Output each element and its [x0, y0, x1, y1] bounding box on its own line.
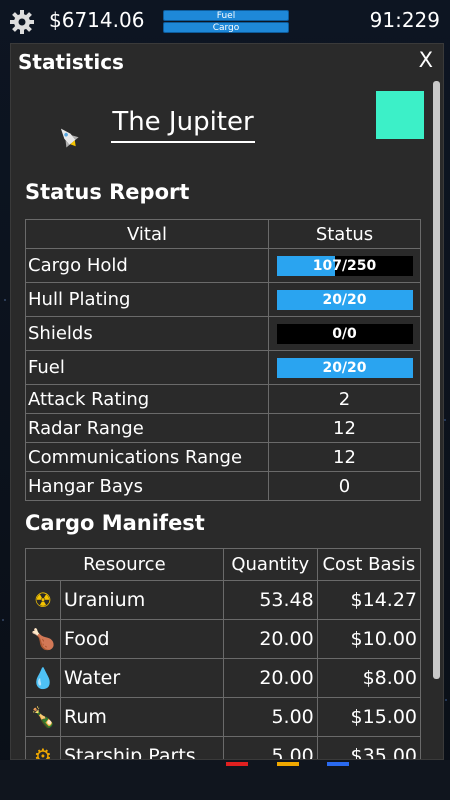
- cargo-table: Resource Quantity Cost Basis ☢ Uranium 53.…: [25, 548, 422, 759]
- progress-text: 0/0: [332, 325, 357, 342]
- status-value: 12: [268, 413, 421, 443]
- radiation-icon: ☢: [25, 580, 61, 620]
- status-progress-bar: 20/20: [276, 289, 413, 310]
- cost-basis-value: $14.27: [316, 580, 422, 620]
- game-clock: 91:229: [369, 8, 440, 32]
- cog-parts-icon: ⚙: [25, 736, 61, 759]
- gear-icon[interactable]: [9, 9, 35, 35]
- cargo-row: 🍾 Rum 5.00 $15.00: [25, 697, 422, 737]
- status-progress-bar: 20/20: [276, 357, 413, 378]
- quantity-value: 20.00: [222, 619, 318, 659]
- resource-header: Resource: [25, 548, 224, 581]
- status-progress-cell: 20/20: [268, 350, 421, 385]
- cargo-row: 🍗 Food 20.00 $10.00: [25, 619, 422, 659]
- cargo-row: ⚙ Starship Parts 5.00 $35.00: [25, 736, 422, 759]
- status-value: 0: [268, 471, 421, 501]
- progress-text: 20/20: [322, 291, 367, 308]
- spaceship-icon: [60, 128, 79, 148]
- blue-indicator: [327, 762, 349, 766]
- resource-name: Starship Parts: [60, 736, 224, 759]
- cost-basis-value: $10.00: [316, 619, 422, 659]
- vital-label: Cargo Hold: [25, 248, 269, 283]
- status-progress-cell: 0/0: [268, 316, 421, 351]
- vital-label: Fuel: [25, 350, 269, 385]
- status-progress-bar: 107/250: [276, 255, 413, 276]
- status-value: 12: [268, 442, 421, 472]
- cost-basis-header: Cost Basis: [316, 548, 422, 581]
- status-row: Hangar Bays 0: [25, 471, 421, 501]
- vital-label: Radar Range: [25, 413, 269, 443]
- status-progress-cell: 20/20: [268, 282, 421, 317]
- progress-text: 107/250: [312, 257, 377, 274]
- vital-label: Communications Range: [25, 442, 269, 472]
- red-indicator: [226, 762, 248, 766]
- ship-name[interactable]: The Jupiter: [111, 107, 255, 143]
- vital-label: Hull Plating: [25, 282, 269, 317]
- top-hud: $6714.06 Fuel Cargo 91:229: [0, 0, 450, 44]
- ship-color-swatch[interactable]: [376, 91, 424, 139]
- vital-label: Shields: [25, 316, 269, 351]
- cost-basis-value: $35.00: [316, 736, 422, 759]
- resource-name: Food: [60, 619, 224, 659]
- cargo-manifest-title: Cargo Manifest: [25, 511, 205, 535]
- status-table: Vital Status Cargo Hold 107/250 Hull Plati…: [25, 219, 421, 501]
- status-row: Shields 0/0: [25, 316, 421, 351]
- resource-name: Uranium: [60, 580, 224, 620]
- status-row: Communications Range 12: [25, 442, 421, 472]
- status-row: Cargo Hold 107/250: [25, 248, 421, 283]
- water-drop-icon: 💧: [25, 658, 61, 698]
- quantity-value: 53.48: [222, 580, 318, 620]
- status-row: Hull Plating 20/20: [25, 282, 421, 317]
- scrollbar[interactable]: [433, 81, 440, 679]
- cost-basis-value: $8.00: [316, 658, 422, 698]
- status-row: Attack Rating 2: [25, 384, 421, 414]
- cargo-row: 💧 Water 20.00 $8.00: [25, 658, 422, 698]
- resource-bars: Fuel Cargo: [163, 10, 289, 34]
- cargo-bar: Cargo: [163, 22, 289, 33]
- quantity-value: 5.00: [222, 736, 318, 759]
- bottle-icon: 🍾: [25, 697, 61, 737]
- close-button[interactable]: X: [419, 48, 433, 72]
- quantity-value: 20.00: [222, 658, 318, 698]
- fuel-bar: Fuel: [163, 10, 289, 21]
- cargo-row: ☢ Uranium 53.48 $14.27: [25, 580, 422, 620]
- vital-header: Vital: [25, 219, 269, 249]
- status-header-row: Vital Status: [25, 219, 421, 249]
- quantity-header: Quantity: [222, 548, 318, 581]
- dialog-title: Statistics: [18, 50, 124, 74]
- quantity-value: 5.00: [222, 697, 318, 737]
- status-header: Status: [268, 219, 421, 249]
- vital-label: Hangar Bays: [25, 471, 269, 501]
- resource-name: Water: [60, 658, 224, 698]
- status-row: Radar Range 12: [25, 413, 421, 443]
- money-display: $6714.06: [49, 8, 145, 32]
- cost-basis-value: $15.00: [316, 697, 422, 737]
- drumstick-icon: 🍗: [25, 619, 61, 659]
- status-row: Fuel 20/20: [25, 350, 421, 385]
- progress-text: 20/20: [322, 359, 367, 376]
- orange-indicator: [277, 762, 299, 766]
- status-value: 2: [268, 384, 421, 414]
- cargo-header-row: Resource Quantity Cost Basis: [25, 548, 422, 581]
- resource-name: Rum: [60, 697, 224, 737]
- status-progress-bar: 0/0: [276, 323, 413, 344]
- statistics-dialog: Statistics X The Jupiter Status Report V…: [10, 43, 444, 760]
- status-progress-cell: 107/250: [268, 248, 421, 283]
- status-report-title: Status Report: [25, 180, 190, 204]
- vital-label: Attack Rating: [25, 384, 269, 414]
- bottom-bar: [0, 760, 450, 800]
